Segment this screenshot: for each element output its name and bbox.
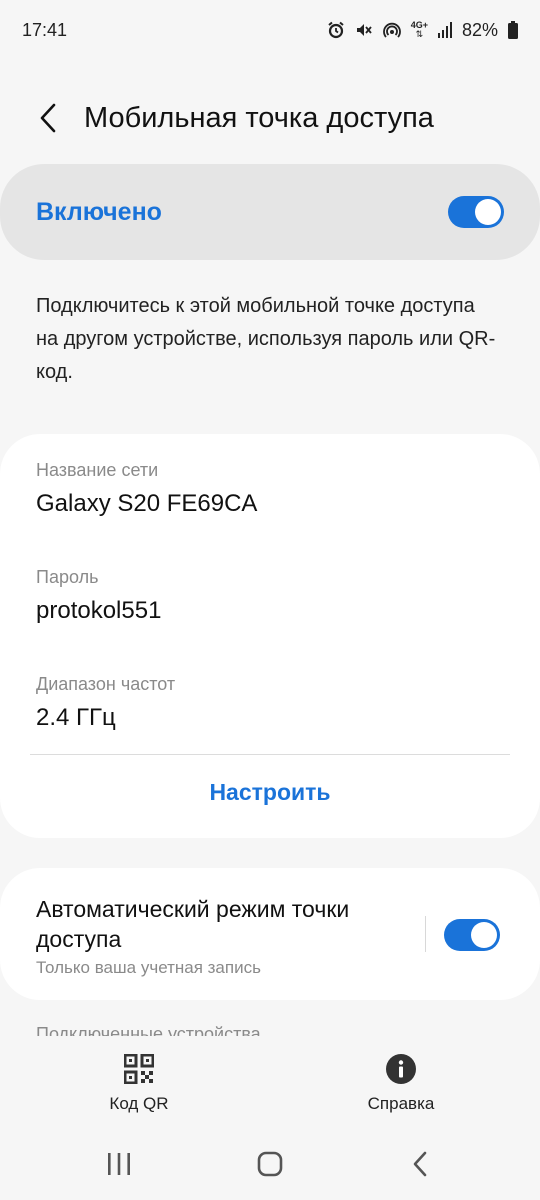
- toggle-knob: [475, 199, 501, 225]
- hotspot-master-switch[interactable]: Включено: [0, 164, 540, 260]
- hotspot-description: Подключитесь к этой мобильной точке дост…: [36, 295, 496, 383]
- recent-apps-icon: [108, 1153, 130, 1175]
- battery-percent: 82%: [461, 19, 498, 40]
- connected-devices-header: Подключенные устройства: [36, 1022, 261, 1036]
- mute-icon: [355, 21, 373, 39]
- auto-hotspot-title: Автоматический режим точки доступа: [36, 896, 350, 952]
- qr-code-icon: [124, 1054, 154, 1084]
- vertical-divider: [425, 916, 426, 952]
- status-bar: 17:41 4G+ ⇅ 82%: [0, 0, 540, 60]
- network-info-card: Название сети Galaxy S20 FE69CA Пароль p…: [0, 434, 540, 838]
- home-icon: [257, 1151, 283, 1177]
- network-name-value: Galaxy S20 FE69CA: [36, 490, 258, 517]
- page-title: Мобильная точка доступа: [84, 101, 434, 134]
- qr-code-label: Код QR: [109, 1094, 169, 1113]
- signal-icon: [437, 22, 452, 38]
- card-divider: [30, 754, 510, 755]
- band-label: Диапазон частот: [36, 674, 176, 694]
- back-button[interactable]: [28, 98, 68, 138]
- master-switch-label: Включено: [36, 197, 162, 226]
- password-field: Пароль protokol551: [36, 567, 504, 625]
- help-label: Справка: [367, 1094, 435, 1113]
- network-name-field: Название сети Galaxy S20 FE69CA: [36, 460, 504, 518]
- network-4g-icon: 4G+ ⇅: [410, 20, 428, 39]
- hotspot-icon: [382, 21, 401, 39]
- info-icon: [386, 1054, 416, 1084]
- chevron-left-icon: [40, 103, 56, 133]
- system-nav-bar: [0, 1130, 540, 1200]
- toggle-knob: [471, 922, 497, 948]
- back-icon: [413, 1151, 427, 1177]
- master-toggle[interactable]: [448, 196, 504, 228]
- password-label: Пароль: [36, 567, 99, 587]
- help-button[interactable]: Справка: [321, 1054, 481, 1114]
- system-back-button[interactable]: [400, 1148, 440, 1180]
- status-time: 17:41: [22, 19, 68, 40]
- bottom-action-bar: Код QR Справка: [0, 1040, 540, 1130]
- alarm-icon: [327, 21, 345, 39]
- qr-code-button[interactable]: Код QR: [59, 1054, 219, 1114]
- band-field: Диапазон частот 2.4 ГГц: [36, 674, 504, 732]
- auto-hotspot-subtitle: Только ваша учетная запись: [36, 958, 261, 977]
- connected-devices-label: Подключенные устройства: [36, 1024, 261, 1036]
- band-value: 2.4 ГГц: [36, 704, 116, 731]
- recent-apps-button[interactable]: [99, 1148, 139, 1180]
- status-icons: 4G+ ⇅ 82%: [327, 20, 518, 41]
- network-name-label: Название сети: [36, 460, 159, 480]
- auto-hotspot-toggle[interactable]: [444, 919, 500, 951]
- battery-icon: [508, 21, 518, 39]
- app-header: Мобильная точка доступа: [0, 88, 540, 148]
- password-value: protokol551: [36, 597, 162, 624]
- home-button[interactable]: [250, 1148, 290, 1180]
- configure-button[interactable]: Настроить: [0, 756, 540, 828]
